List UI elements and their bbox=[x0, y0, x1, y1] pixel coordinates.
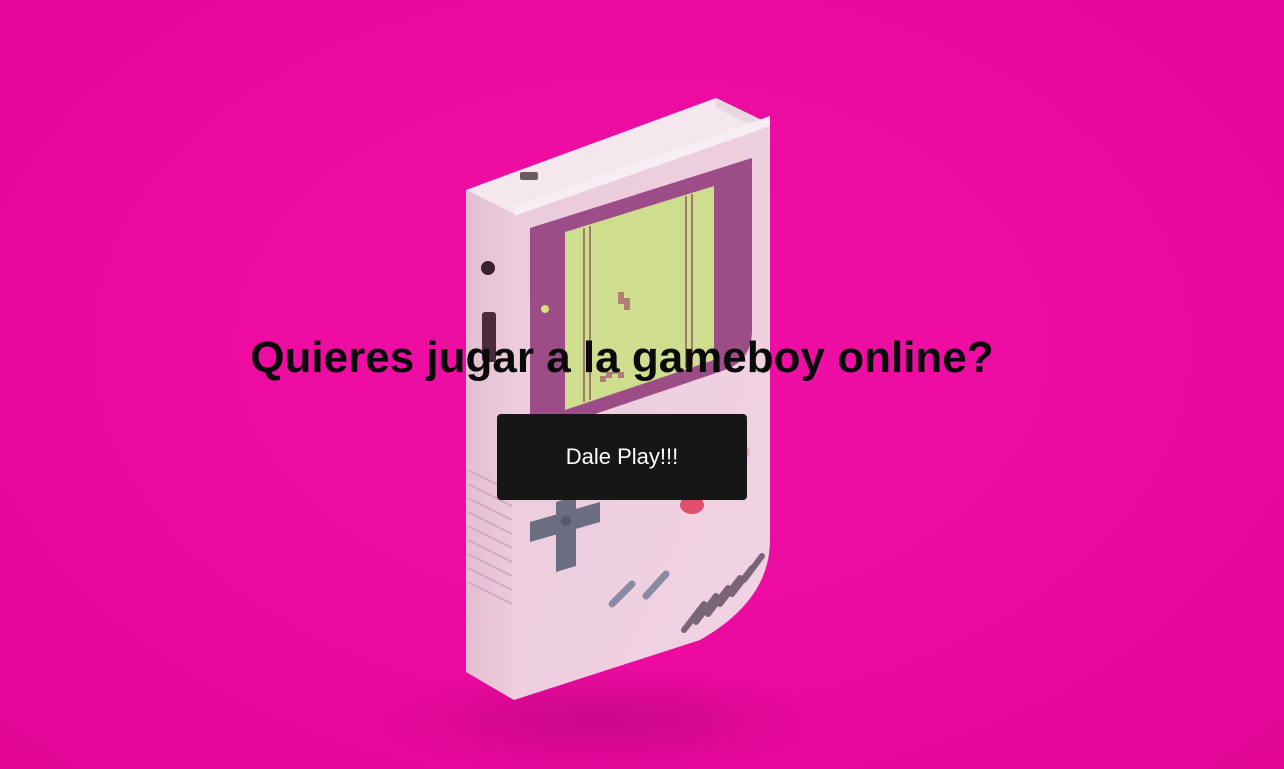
page-title: Quieres jugar a la gameboy online? bbox=[250, 333, 994, 382]
hero-overlay: Quieres jugar a la gameboy online? Dale … bbox=[0, 0, 1284, 769]
play-button[interactable]: Dale Play!!! bbox=[497, 414, 747, 500]
